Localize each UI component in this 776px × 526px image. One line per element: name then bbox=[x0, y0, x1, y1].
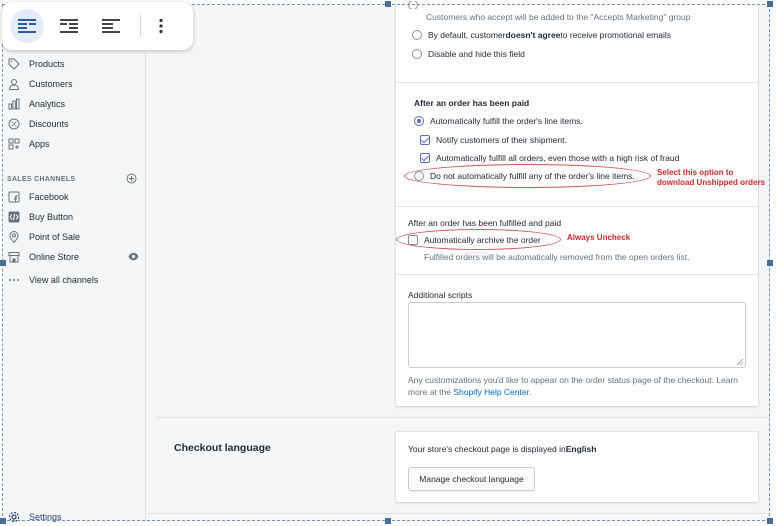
option-label: Automatically fulfill all orders, even t… bbox=[436, 153, 680, 163]
sidebar-item-label: Facebook bbox=[29, 192, 69, 202]
resize-handle-top-right[interactable] bbox=[767, 1, 773, 7]
option-label-bold: doesn't agree bbox=[505, 30, 561, 40]
option-notify-customers[interactable]: Notify customers of their shipment. bbox=[420, 135, 567, 145]
more-vertical-icon bbox=[159, 18, 163, 34]
archive-note: Fulfilled orders will be automatically r… bbox=[424, 252, 690, 262]
toolbar-divider bbox=[140, 15, 141, 37]
annotation-ellipse-archive bbox=[396, 229, 561, 250]
tag-icon bbox=[7, 57, 21, 71]
sidebar-item-discounts[interactable]: Discounts bbox=[7, 116, 69, 132]
annotation-download-unshipped: Select this option to download Unshipped… bbox=[657, 168, 766, 187]
sidebar-item-customers[interactable]: Customers bbox=[7, 76, 73, 92]
marketing-note: Customers who accept will be added to th… bbox=[426, 12, 691, 22]
annotation-ellipse-no-fulfill bbox=[404, 164, 651, 188]
align-left-icon bbox=[18, 19, 36, 33]
sidebar-item-analytics[interactable]: Analytics bbox=[7, 96, 65, 112]
checkout-language-value: English bbox=[565, 444, 597, 454]
marketing-option-default-no[interactable]: By default, customer doesn't agree to re… bbox=[412, 30, 671, 40]
marketing-option-accept[interactable] bbox=[408, 1, 748, 9]
sales-channels-label: SALES CHANNELS bbox=[7, 175, 76, 183]
code-icon bbox=[7, 210, 21, 224]
location-icon bbox=[7, 230, 21, 244]
section-divider bbox=[156, 417, 770, 418]
sidebar-item-products[interactable]: Products bbox=[7, 56, 65, 72]
resize-handle-bottom-right[interactable] bbox=[767, 518, 773, 524]
align-right-icon bbox=[60, 19, 78, 33]
facebook-icon bbox=[7, 190, 21, 204]
sidebar-item-label: Apps bbox=[29, 139, 50, 149]
radio-button[interactable] bbox=[408, 1, 418, 9]
option-auto-fulfill[interactable]: Automatically fulfill the order's line i… bbox=[414, 116, 583, 126]
sidebar-item-label: Online Store bbox=[29, 252, 80, 262]
sidebar-item-view-all-channels[interactable]: View all channels bbox=[7, 272, 98, 288]
shopify-help-center-link[interactable]: Shopify Help Center bbox=[453, 387, 529, 397]
resize-handle-bottom-left[interactable] bbox=[0, 518, 6, 524]
checkout-language-card: Your store's checkout page is displayed … bbox=[396, 432, 758, 502]
ellipsis-icon bbox=[7, 273, 21, 287]
view-all-channels-link: View all channels bbox=[29, 275, 99, 285]
sidebar-item-label: Point of Sale bbox=[29, 232, 81, 242]
more-options-button[interactable] bbox=[151, 9, 171, 43]
bar-chart-icon bbox=[7, 97, 21, 111]
resize-handle-left[interactable] bbox=[0, 260, 6, 266]
sidebar-item-label: Discounts bbox=[29, 119, 69, 129]
order-processing-card: Customers who accept will be added to th… bbox=[396, 0, 758, 406]
sidebar-item-point-of-sale[interactable]: Point of Sale bbox=[7, 229, 80, 245]
sidebar-item-buy-button[interactable]: Buy Button bbox=[7, 209, 73, 225]
resize-handle-bottom[interactable] bbox=[385, 518, 391, 524]
settings-main: Customers who accept will be added to th… bbox=[146, 0, 770, 521]
option-label: Automatically fulfill the order's line i… bbox=[430, 116, 583, 126]
sidebar-item-settings[interactable]: Settings bbox=[7, 509, 62, 525]
option-label: Disable and hide this field bbox=[428, 49, 525, 59]
checkout-language-title: Checkout language bbox=[174, 442, 271, 454]
sidebar-item-label: Settings bbox=[29, 512, 62, 522]
resize-grip-icon bbox=[737, 359, 743, 365]
after-paid-heading: After an order has been paid bbox=[414, 98, 530, 108]
radio-button[interactable] bbox=[412, 30, 422, 40]
additional-scripts-label: Additional scripts bbox=[408, 290, 473, 300]
section-divider bbox=[146, 513, 770, 514]
radio-button[interactable] bbox=[412, 49, 422, 59]
additional-scripts-section: Additional scripts Any customizations yo… bbox=[396, 274, 758, 406]
discount-icon bbox=[7, 117, 21, 131]
option-high-risk[interactable]: Automatically fulfill all orders, even t… bbox=[420, 153, 679, 163]
sidebar-item-label: Analytics bbox=[29, 99, 66, 109]
resize-handle-top[interactable] bbox=[385, 1, 391, 7]
eye-icon[interactable] bbox=[128, 252, 139, 263]
gear-icon bbox=[7, 510, 21, 524]
sidebar-item-facebook[interactable]: Facebook bbox=[7, 189, 69, 205]
option-label: Notify customers of their shipment. bbox=[436, 135, 567, 145]
radio-button-selected[interactable] bbox=[414, 116, 424, 126]
layout-right-button[interactable] bbox=[52, 9, 86, 43]
checkbox-checked[interactable] bbox=[420, 135, 430, 145]
checkbox-checked[interactable] bbox=[420, 153, 430, 163]
option-label: to receive promotional emails bbox=[560, 30, 671, 40]
after-fulfilled-heading: After an order has been fulfilled and pa… bbox=[408, 218, 562, 228]
sidebar-item-label: Customers bbox=[29, 79, 73, 89]
store-icon bbox=[7, 250, 21, 264]
annotation-always-uncheck: Always Uncheck bbox=[567, 233, 631, 242]
add-channel-icon[interactable] bbox=[126, 173, 137, 186]
align-inline-icon bbox=[102, 19, 120, 33]
marketing-option-disable[interactable]: Disable and hide this field bbox=[412, 49, 525, 59]
additional-scripts-input[interactable] bbox=[408, 302, 746, 368]
checkout-language-desc: Your store's checkout page is displayed … bbox=[408, 444, 597, 454]
layout-inline-button[interactable] bbox=[94, 9, 128, 43]
option-label: By default, customer bbox=[428, 30, 506, 40]
apps-icon bbox=[7, 137, 21, 151]
person-icon bbox=[7, 77, 21, 91]
scripts-help-text: Any customizations you'd like to appear … bbox=[408, 375, 739, 397]
sidebar-item-label: Products bbox=[29, 59, 65, 69]
manage-checkout-language-button[interactable]: Manage checkout language bbox=[408, 467, 535, 491]
layout-left-button[interactable] bbox=[10, 9, 44, 43]
sidebar-item-online-store[interactable]: Online Store bbox=[7, 249, 139, 265]
sidebar-item-apps[interactable]: Apps bbox=[7, 136, 50, 152]
sales-channels-header: SALES CHANNELS bbox=[7, 172, 137, 186]
resize-handle-right[interactable] bbox=[767, 260, 773, 266]
sidebar-item-label: Buy Button bbox=[29, 212, 74, 222]
sidebar: Products Customers Analytics Discounts A… bbox=[3, 5, 146, 523]
layout-toolbar bbox=[2, 2, 193, 50]
